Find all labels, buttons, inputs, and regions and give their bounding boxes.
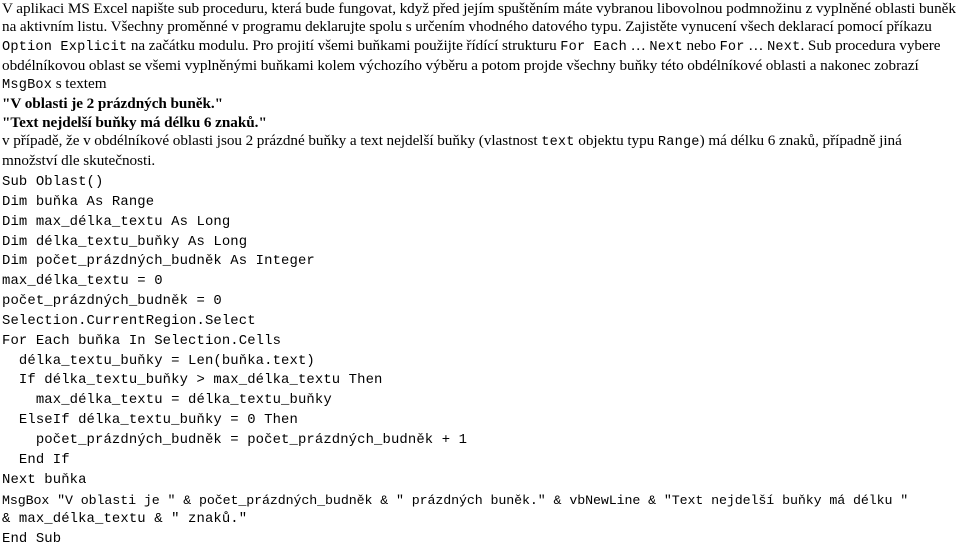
intro-code-run: Next: [767, 39, 801, 55]
intro-code-run: For: [719, 39, 745, 55]
code-line: max_délka_textu = délka_textu_buňky: [2, 392, 332, 409]
code-line: Dim max_délka_textu As Long: [2, 213, 231, 230]
code-line: Sub Oblast(): [2, 174, 104, 190]
intro-code-run: For Each: [560, 39, 627, 55]
intro-code-run: Option Explicit: [2, 39, 128, 55]
intro-code-run: MsgBox: [2, 78, 53, 94]
code-line: ElseIf délka_textu_buňky = 0 Then: [2, 412, 298, 429]
quoted-line-1: "V oblasti je 2 prázdných buněk.": [2, 95, 224, 113]
code-line: MsgBox "V oblasti je " & počet_prázdných…: [2, 492, 909, 508]
code-line: End Sub: [2, 531, 62, 548]
code-line: & max_délka_textu & " znaků.": [2, 511, 248, 528]
document-prose: V aplikaci MS Excel napište sub procedur…: [2, 0, 958, 171]
closing-code-run: text: [541, 135, 575, 151]
code-line: End If: [2, 451, 70, 468]
closing-code-run: Range: [657, 135, 700, 151]
code-line: Next buňka: [2, 471, 87, 488]
code-line: Dim délka_textu_buňky As Long: [2, 233, 248, 250]
closing-paragraph: v případě, že v obdélníkové oblasti jsou…: [2, 132, 902, 170]
vba-code-block: Sub Oblast() Dim buňka As Range Dim max_dé…: [2, 173, 958, 550]
code-line: počet_prázdných_budněk = počet_prázdných…: [2, 431, 468, 448]
intro-code-run: Next: [649, 39, 683, 55]
code-line: Dim buňka As Range: [2, 193, 155, 210]
quoted-line-2: "Text nejdelší buňky má délku 6 znaků.": [2, 113, 267, 131]
code-line: Dim počet_prázdných_budněk As Integer: [2, 253, 315, 270]
document-page: V aplikaci MS Excel napište sub procedur…: [0, 0, 960, 547]
code-line: If délka_textu_buňky > max_délka_textu T…: [2, 372, 383, 389]
code-line: počet_prázdných_budněk = 0: [2, 293, 222, 310]
code-line: délka_textu_buňky = Len(buňka.text): [2, 352, 315, 369]
code-line: max_délka_textu = 0: [2, 273, 163, 290]
code-line: Selection.CurrentRegion.Select: [2, 312, 256, 329]
code-line: For Each buňka In Selection.Cells: [2, 332, 282, 349]
intro-paragraph: V aplikaci MS Excel napište sub procedur…: [2, 0, 956, 94]
